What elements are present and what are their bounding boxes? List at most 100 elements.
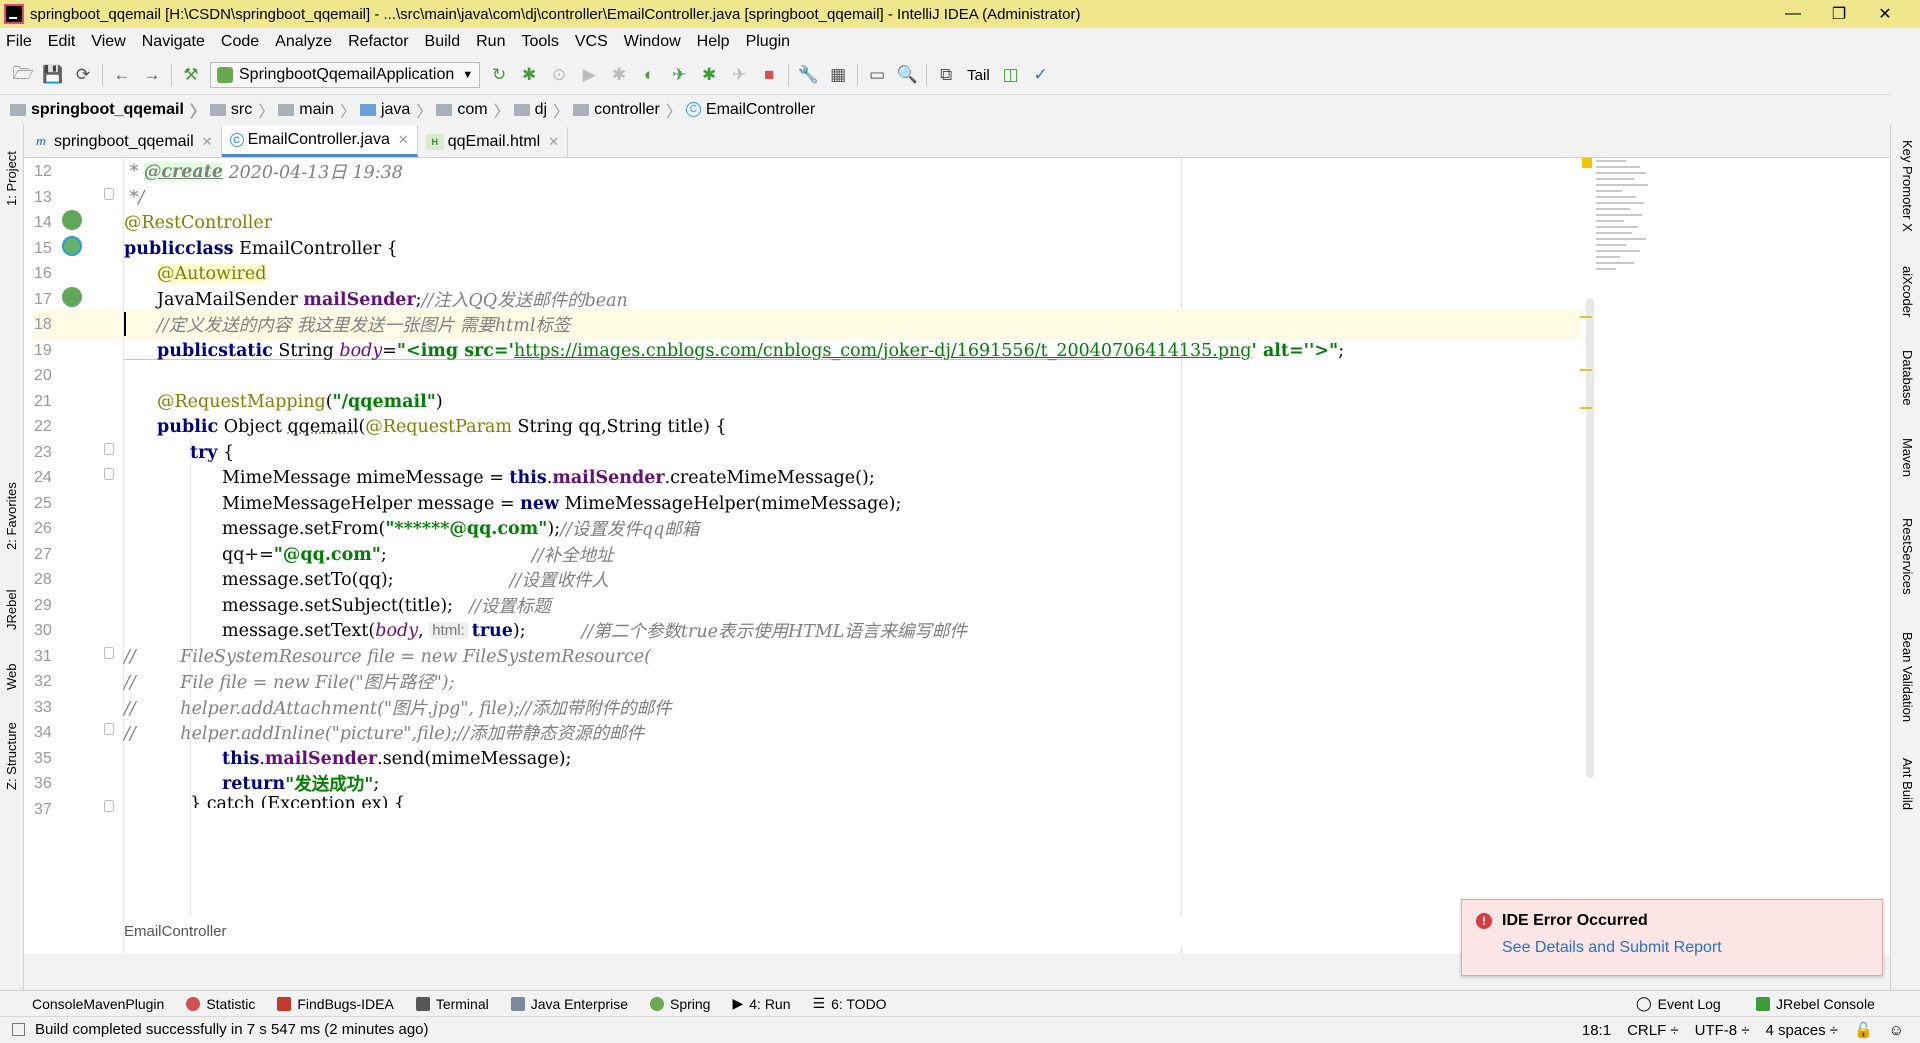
breadcrumb-item-java[interactable]: java 〉 <box>359 98 432 122</box>
caret-position[interactable]: 18:1 <box>1582 1022 1611 1039</box>
wrench-icon[interactable]: 🔧 <box>793 60 823 90</box>
breadcrumb-item-src[interactable]: src 〉 <box>209 98 274 122</box>
warning-stripe-mark[interactable] <box>1580 316 1592 318</box>
warning-stripe-mark[interactable] <box>1580 407 1592 409</box>
close-button[interactable]: ✕ <box>1862 0 1908 28</box>
stop-icon[interactable]: ■ <box>754 60 784 90</box>
tab-springboot-qqemail[interactable]: m springboot_qqemail ✕ <box>24 127 222 157</box>
run-icon[interactable]: ▶ <box>574 60 604 90</box>
tool-tab-aixcoder[interactable]: aiXcoder <box>1900 266 1915 317</box>
submit-report-link[interactable]: See Details and Submit Report <box>1502 939 1722 957</box>
fold-marker-icon[interactable] <box>104 188 114 200</box>
save-icon[interactable]: 💾 <box>38 60 68 90</box>
status-message[interactable]: Build completed successfully in 7 s 547 … <box>35 1021 429 1038</box>
tasks-icon[interactable]: ⧉ <box>931 60 961 90</box>
debug-bug-icon[interactable]: ✱ <box>514 60 544 90</box>
ide-error-notification[interactable]: ! IDE Error Occurred See Details and Sub… <box>1461 899 1883 976</box>
menu-plugin[interactable]: Plugin <box>738 33 798 51</box>
tool-event-log[interactable]: ◯ Event Log <box>1636 995 1721 1012</box>
tool-todo[interactable]: ☰ 6: TODO <box>813 995 887 1012</box>
check-circle-icon[interactable]: ✓ <box>1026 60 1056 90</box>
menu-window[interactable]: Window <box>616 33 689 51</box>
tool-tab-structure[interactable]: Z: Structure <box>4 722 19 790</box>
tool-findbugs[interactable]: FindBugs-IDEA <box>277 996 394 1012</box>
fold-marker-icon[interactable] <box>104 723 114 735</box>
tool-terminal[interactable]: Terminal <box>415 996 489 1012</box>
breadcrumb-item-dj[interactable]: dj 〉 <box>513 98 569 122</box>
tab-qqemail-html[interactable]: H qqEmail.html ✕ <box>418 127 569 157</box>
menu-help[interactable]: Help <box>689 33 738 51</box>
tool-tab-jrebel[interactable]: JRebel <box>4 590 19 630</box>
breadcrumb-item-com[interactable]: com 〉 <box>436 98 510 122</box>
statistic-chart-icon[interactable]: ◫ <box>996 60 1026 90</box>
tool-tab-ant-build[interactable]: Ant Build <box>1900 758 1915 810</box>
sync-icon[interactable]: ⟳ <box>68 60 98 90</box>
tool-tab-project[interactable]: 1: Project <box>4 151 19 206</box>
close-icon[interactable]: ✕ <box>398 132 409 148</box>
run-configuration-select[interactable]: SpringbootQqemailApplication ▼ <box>210 62 481 88</box>
breadcrumb-item-main[interactable]: main 〉 <box>278 98 356 122</box>
fold-marker-icon[interactable] <box>104 443 114 455</box>
code-editor[interactable]: 12 13 14 15 16 17 18 19 20 21 22 23 24 2… <box>24 158 1890 954</box>
tool-spring[interactable]: Spring <box>650 996 710 1012</box>
code-url-link[interactable]: https://images.cnblogs.com/cnblogs_com/j… <box>514 341 1252 361</box>
menu-file[interactable]: File <box>0 33 40 51</box>
menu-build[interactable]: Build <box>417 33 469 51</box>
debug-disabled-icon[interactable]: ✱ <box>604 60 634 90</box>
menu-code[interactable]: Code <box>213 33 267 51</box>
close-icon[interactable]: ✕ <box>548 134 559 150</box>
tool-tab-bean-validation[interactable]: Bean Validation <box>1900 632 1915 722</box>
status-square-icon[interactable] <box>12 1023 25 1036</box>
breadcrumb-item-class[interactable]: C EmailController <box>685 101 815 119</box>
rerun-icon[interactable]: ↻ <box>484 60 514 90</box>
menu-vcs[interactable]: VCS <box>567 33 616 51</box>
error-stripe[interactable] <box>1580 158 1594 954</box>
close-icon[interactable]: ✕ <box>202 134 213 150</box>
menu-tools[interactable]: Tools <box>513 33 566 51</box>
project-structure-icon[interactable]: ▦ <box>823 60 853 90</box>
tool-console-maven-plugin[interactable]: ConsoleMavenPlugin <box>12 996 164 1012</box>
spring-bean-gutter-icon[interactable] <box>62 210 82 230</box>
file-encoding[interactable]: UTF-8 ÷ <box>1695 1022 1750 1039</box>
structure-breadcrumb[interactable]: EmailController <box>124 916 1424 946</box>
indent-setting[interactable]: 4 spaces ÷ <box>1766 1022 1838 1039</box>
fold-marker-icon[interactable] <box>104 647 114 659</box>
tool-run[interactable]: ▶ 4: Run <box>732 995 790 1012</box>
open-folder-icon[interactable]: 🗁 <box>8 60 38 90</box>
line-separator[interactable]: CRLF ÷ <box>1627 1022 1679 1039</box>
tail-button[interactable]: Tail <box>961 67 996 84</box>
search-disabled-icon[interactable]: ⊙ <box>544 60 574 90</box>
jrebel-run-icon[interactable]: ✈ <box>664 60 694 90</box>
code-area[interactable]: * @create 2020-04-13日 19:38 */ @RestCont… <box>124 158 1890 954</box>
fold-marker-icon[interactable] <box>104 468 114 480</box>
menu-edit[interactable]: Edit <box>40 33 84 51</box>
tab-emailcontroller-java[interactable]: C EmailController.java ✕ <box>221 125 418 157</box>
lock-icon[interactable]: 🔓 <box>1854 1021 1873 1039</box>
search-icon[interactable]: 🔍 <box>892 60 922 90</box>
tool-tab-web[interactable]: Web <box>4 664 19 691</box>
menu-analyze[interactable]: Analyze <box>267 33 340 51</box>
tool-tab-database[interactable]: Database <box>1900 350 1915 406</box>
tool-tab-favorites[interactable]: 2: Favorites <box>4 482 19 550</box>
breadcrumb-item-controller[interactable]: controller 〉 <box>573 98 682 122</box>
jrebel-debug-icon[interactable]: ✱ <box>694 60 724 90</box>
tool-tab-maven[interactable]: Maven <box>1900 438 1915 477</box>
jrebel-update-icon[interactable]: ✈ <box>724 60 754 90</box>
tool-tab-key-promoter[interactable]: Key Promoter X <box>1900 140 1915 232</box>
code-minimap[interactable] <box>1596 158 1652 288</box>
tool-tab-restservices[interactable]: RestServices <box>1900 518 1915 595</box>
build-hammer-icon[interactable]: ⚒ <box>176 60 206 90</box>
coverage-icon[interactable]: ◐ <box>634 60 664 90</box>
autowired-gutter-icon[interactable] <box>62 287 82 307</box>
forward-arrow-icon[interactable]: → <box>137 60 167 90</box>
breadcrumb-item-project[interactable]: springboot_qqemail 〉 <box>10 98 206 122</box>
menu-navigate[interactable]: Navigate <box>134 33 213 51</box>
tool-statistic[interactable]: Statistic <box>186 996 255 1012</box>
tool-java-enterprise[interactable]: Java Enterprise <box>510 996 628 1012</box>
back-arrow-icon[interactable]: ← <box>107 60 137 90</box>
menu-refactor[interactable]: Refactor <box>340 33 416 51</box>
inspector-icon[interactable]: ☺ <box>1889 1022 1904 1039</box>
warning-stripe-mark[interactable] <box>1580 369 1592 371</box>
terminal-icon[interactable]: ▭ <box>862 60 892 90</box>
menu-view[interactable]: View <box>83 33 133 51</box>
